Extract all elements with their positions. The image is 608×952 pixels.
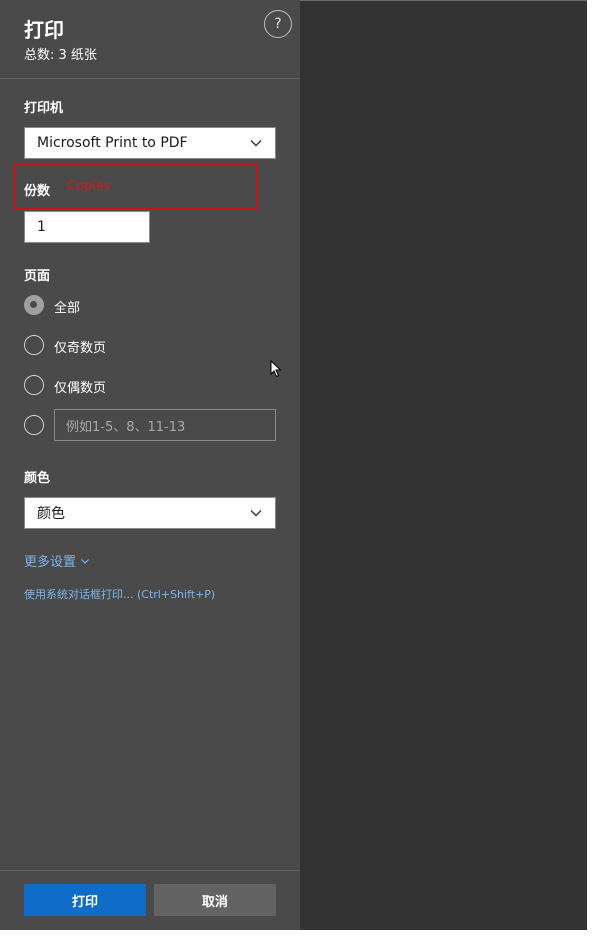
more-settings-label: 更多设置 bbox=[24, 555, 77, 570]
print-settings-panel: 打印 总数: 3 纸张 ? 打印机 Microsoft Print to PDF… bbox=[0, 0, 300, 930]
radio-all-pages-label[interactable]: 全部 bbox=[54, 297, 80, 316]
help-icon: ? bbox=[274, 16, 282, 32]
help-button[interactable]: ? bbox=[264, 10, 292, 38]
color-label: 颜色 bbox=[24, 471, 51, 486]
radio-all-pages[interactable] bbox=[24, 295, 44, 315]
page-range-input[interactable]: 例如1-5、8、11-13 bbox=[54, 409, 276, 441]
radio-custom-pages[interactable] bbox=[24, 415, 44, 435]
pages-label: 页面 bbox=[24, 269, 51, 284]
sheet-count: 总数: 3 纸张 bbox=[24, 48, 97, 63]
header-divider bbox=[0, 78, 300, 79]
footer-divider bbox=[0, 870, 300, 871]
print-preview-area[interactable] bbox=[300, 0, 587, 930]
preview-top-border bbox=[300, 0, 587, 1]
print-button[interactable]: 打印 bbox=[24, 884, 146, 916]
chevron-down-icon bbox=[250, 510, 262, 517]
color-select[interactable]: 颜色 bbox=[24, 497, 276, 529]
cancel-button[interactable]: 取消 bbox=[154, 884, 276, 916]
copies-label: 份数 bbox=[24, 184, 51, 199]
printer-select-value: Microsoft Print to PDF bbox=[37, 135, 188, 151]
printer-label: 打印机 bbox=[24, 101, 64, 116]
page-range-placeholder: 例如1-5、8、11-13 bbox=[66, 419, 186, 435]
radio-odd-pages[interactable] bbox=[24, 335, 44, 355]
system-dialog-link[interactable]: 使用系统对话框打印... (Ctrl+Shift+P) bbox=[24, 586, 215, 602]
dialog-title: 打印 bbox=[24, 18, 64, 42]
more-settings-link[interactable]: 更多设置 bbox=[24, 551, 90, 570]
copies-value: 1 bbox=[37, 219, 46, 235]
printer-select[interactable]: Microsoft Print to PDF bbox=[24, 127, 276, 159]
chevron-down-icon bbox=[250, 140, 262, 147]
radio-even-pages[interactable] bbox=[24, 375, 44, 395]
radio-odd-pages-label[interactable]: 仅奇数页 bbox=[54, 337, 106, 356]
color-select-value: 颜色 bbox=[37, 506, 65, 522]
mouse-cursor-icon bbox=[270, 360, 282, 378]
copies-highlight-annotation bbox=[14, 163, 258, 210]
copies-annotation: Copies bbox=[67, 179, 111, 194]
radio-even-pages-label[interactable]: 仅偶数页 bbox=[54, 377, 106, 396]
copies-input[interactable]: 1 bbox=[24, 211, 150, 243]
chevron-down-icon bbox=[81, 558, 89, 564]
